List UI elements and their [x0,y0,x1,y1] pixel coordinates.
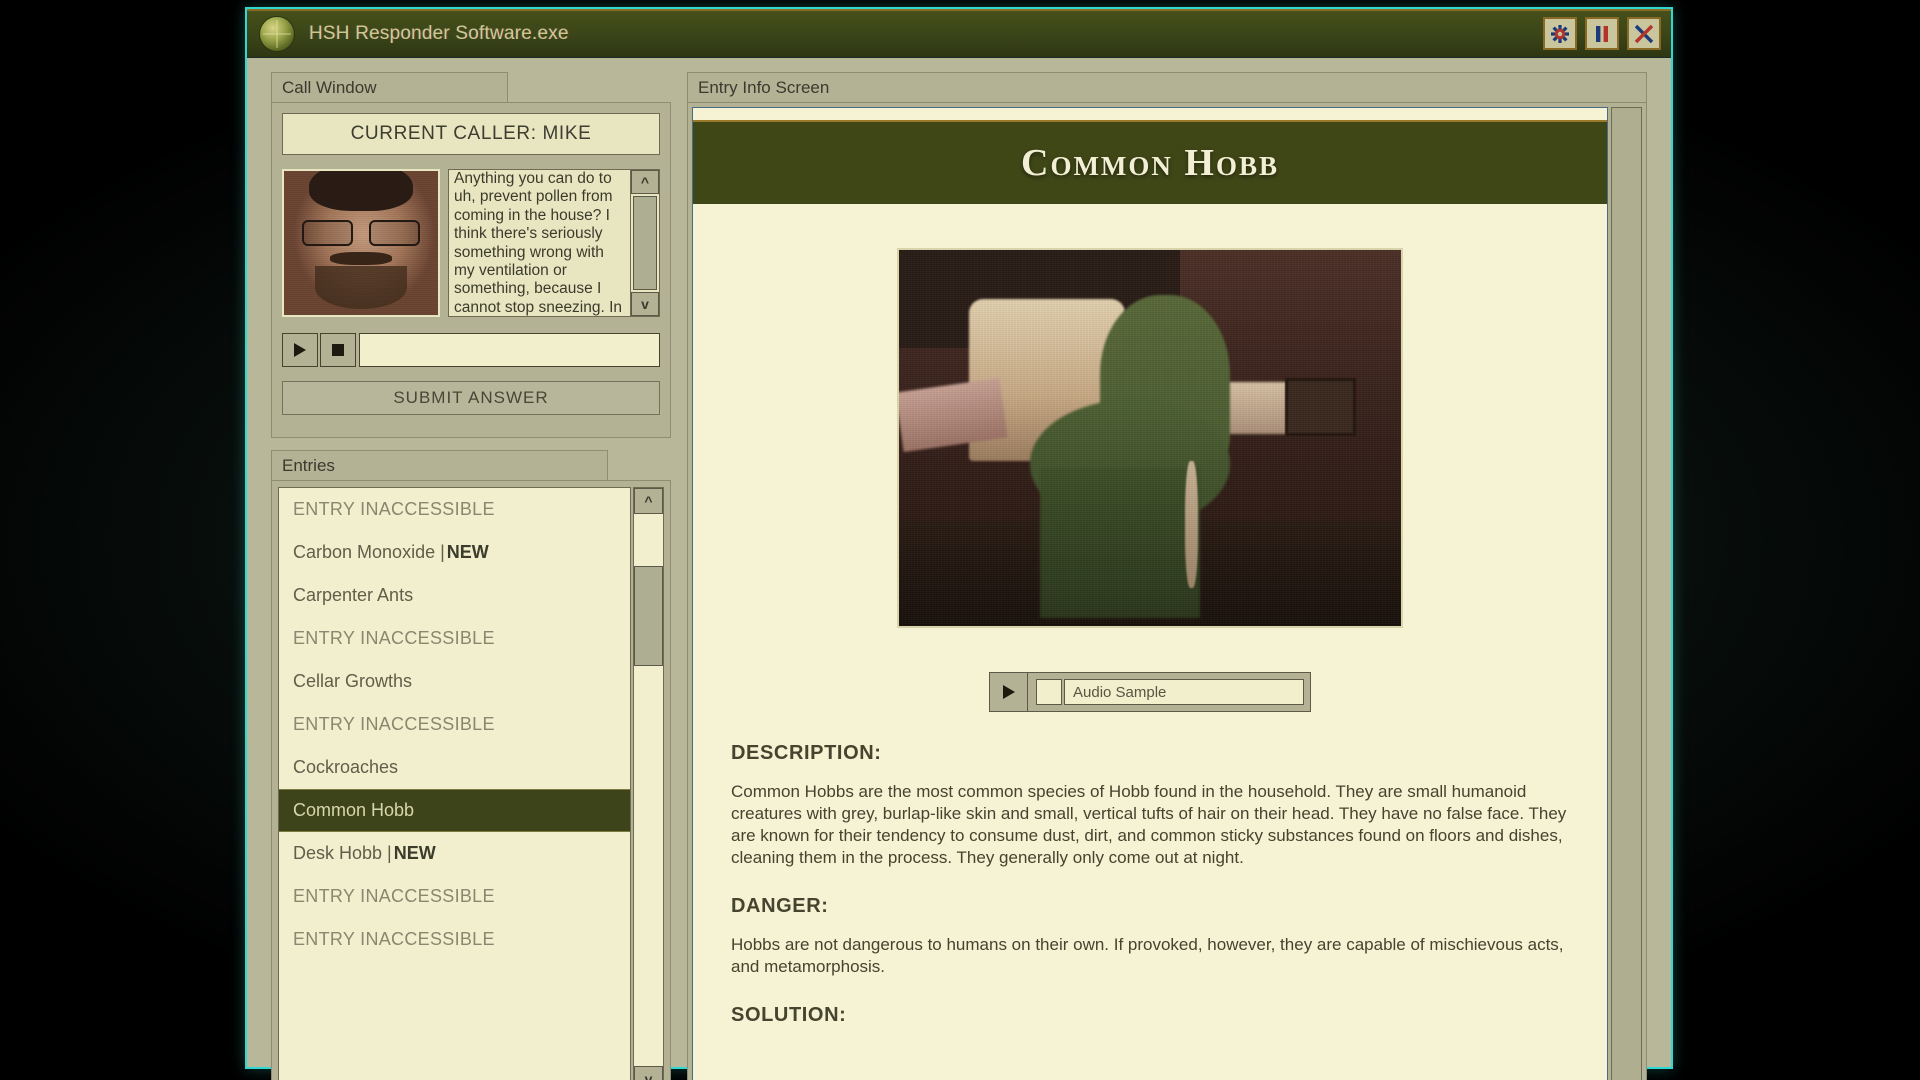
window-body: Call Window CURRENT CALLER: MIKE [247,58,1671,1070]
entry-title: Common Hobb [1021,141,1279,185]
entry-list-item-label: ENTRY INACCESSIBLE [293,499,495,520]
call-transcript-text: Anything you can do to uh, prevent polle… [454,170,625,317]
call-window-panel-body: CURRENT CALLER: MIKE Anything you can do… [271,102,671,438]
entry-list-item-label: Carpenter Ants [293,585,413,606]
entry-list-item[interactable]: Common Hobb [279,789,630,832]
entry-new-badge: NEW [394,843,436,864]
transcript-scroll-thumb[interactable] [633,196,657,290]
entry-list-item-label: Desk Hobb | [293,843,392,864]
transcript-scroll-down-button[interactable]: v [631,292,659,316]
entry-list-item-label: Cockroaches [293,757,398,778]
entry-section-body: Hobbs are not dangerous to humans on the… [731,934,1569,978]
caller-photo-noise [284,171,438,315]
entries-scroll-down-button[interactable]: v [634,1066,663,1080]
entry-new-badge: NEW [447,542,489,563]
submit-answer-button[interactable]: SUBMIT ANSWER [282,381,660,415]
entry-image [897,248,1403,628]
entry-list-item-label: Common Hobb [293,800,414,821]
entry-image-grain [899,250,1401,626]
entry-section-heading: DESCRIPTION: [731,742,1569,765]
app-window: HSH Responder Software.exe [245,7,1673,1069]
window-controls [1543,17,1661,50]
entries-panel-title: Entries [271,450,608,480]
play-icon [1002,684,1016,700]
app-emblem-icon [259,16,295,52]
stop-icon [331,343,345,357]
entries-panel-body: ENTRY INACCESSIBLECarbon Monoxide | NEWC… [271,480,671,1080]
entry-list-item[interactable]: Cellar Growths [279,660,630,703]
entry-list-item[interactable]: ENTRY INACCESSIBLE [279,617,630,660]
entries-scroll-up-button[interactable]: ^ [634,488,663,514]
audio-scrub-handle[interactable] [1036,679,1062,705]
call-play-button[interactable] [282,333,318,367]
entry-list-item[interactable]: ENTRY INACCESSIBLE [279,875,630,918]
entry-list-item[interactable]: Cockroaches [279,746,630,789]
close-button[interactable] [1627,17,1661,50]
entry-list-item[interactable]: Carbon Monoxide | NEW [279,531,630,574]
call-window-panel: Call Window CURRENT CALLER: MIKE [271,72,671,438]
pause-button[interactable] [1585,17,1619,50]
audio-sample-player: Audio Sample [989,672,1311,712]
transcript-area: Anything you can do to uh, prevent polle… [448,169,660,317]
audio-sample-label[interactable]: Audio Sample [1064,679,1304,705]
entry-list-item-label: ENTRY INACCESSIBLE [293,628,495,649]
audio-play-button[interactable] [990,673,1028,711]
play-icon [293,342,307,358]
entry-list-item-label: Cellar Growths [293,671,412,692]
entry-title-banner: Common Hobb [693,120,1607,204]
window-title: HSH Responder Software.exe [309,23,569,45]
caller-photo [282,169,440,317]
call-window-panel-title: Call Window [271,72,508,102]
entry-list-item-label: ENTRY INACCESSIBLE [293,929,495,950]
entry-list-item-label: ENTRY INACCESSIBLE [293,714,495,735]
call-player-row [282,333,660,367]
entry-info-panel-title: Entry Info Screen [687,72,1647,102]
entry-info-panel-body: Common Hobb [687,102,1647,1080]
entry-info-scrollbar[interactable] [1611,107,1642,1080]
entry-section-heading: SOLUTION: [731,1004,1569,1027]
close-icon [1634,24,1654,44]
answer-input[interactable] [359,333,660,367]
caller-media-row: Anything you can do to uh, prevent polle… [282,169,660,317]
current-caller-banner: CURRENT CALLER: MIKE [282,113,660,155]
entry-info-document: Common Hobb [692,107,1608,1080]
settings-button[interactable] [1543,17,1577,50]
entries-scroll-track-bottom[interactable] [634,666,663,1066]
entries-scrollbar[interactable]: ^ v [633,487,664,1080]
entry-list-item[interactable]: ENTRY INACCESSIBLE [279,918,630,961]
entries-scroll-track-top[interactable] [634,514,663,566]
entry-section-heading: DANGER: [731,895,1569,918]
transcript-scroll-up-button[interactable]: ^ [631,170,659,194]
entry-list-item[interactable]: ENTRY INACCESSIBLE [279,488,630,531]
gear-icon [1550,24,1570,44]
entry-list-item[interactable]: Desk Hobb | NEW [279,832,630,875]
entries-panel: Entries ENTRY INACCESSIBLE Carbon Monoxid… [271,450,671,1080]
entry-section-body: Common Hobbs are the most common species… [731,781,1569,869]
entry-list-item[interactable]: Carpenter Ants [279,574,630,617]
entries-scroll-thumb[interactable] [634,566,663,666]
entry-list-item-label: Carbon Monoxide | [293,542,445,563]
call-stop-button[interactable] [320,333,356,367]
entry-list-item[interactable]: ENTRY INACCESSIBLE [279,703,630,746]
entry-list-item-label: ENTRY INACCESSIBLE [293,886,495,907]
transcript-scrollbar[interactable]: ^ v [631,169,660,317]
entries-list[interactable]: ENTRY INACCESSIBLECarbon Monoxide | NEWC… [278,487,631,1080]
title-bar: HSH Responder Software.exe [247,9,1671,58]
call-transcript[interactable]: Anything you can do to uh, prevent polle… [448,169,631,317]
screen: HSH Responder Software.exe [0,0,1920,1080]
entry-info-panel: Entry Info Screen Common Hobb [687,72,1647,1080]
entry-info-text: DESCRIPTION: Common Hobbs are the most co… [693,712,1607,1027]
pause-icon [1593,25,1611,43]
